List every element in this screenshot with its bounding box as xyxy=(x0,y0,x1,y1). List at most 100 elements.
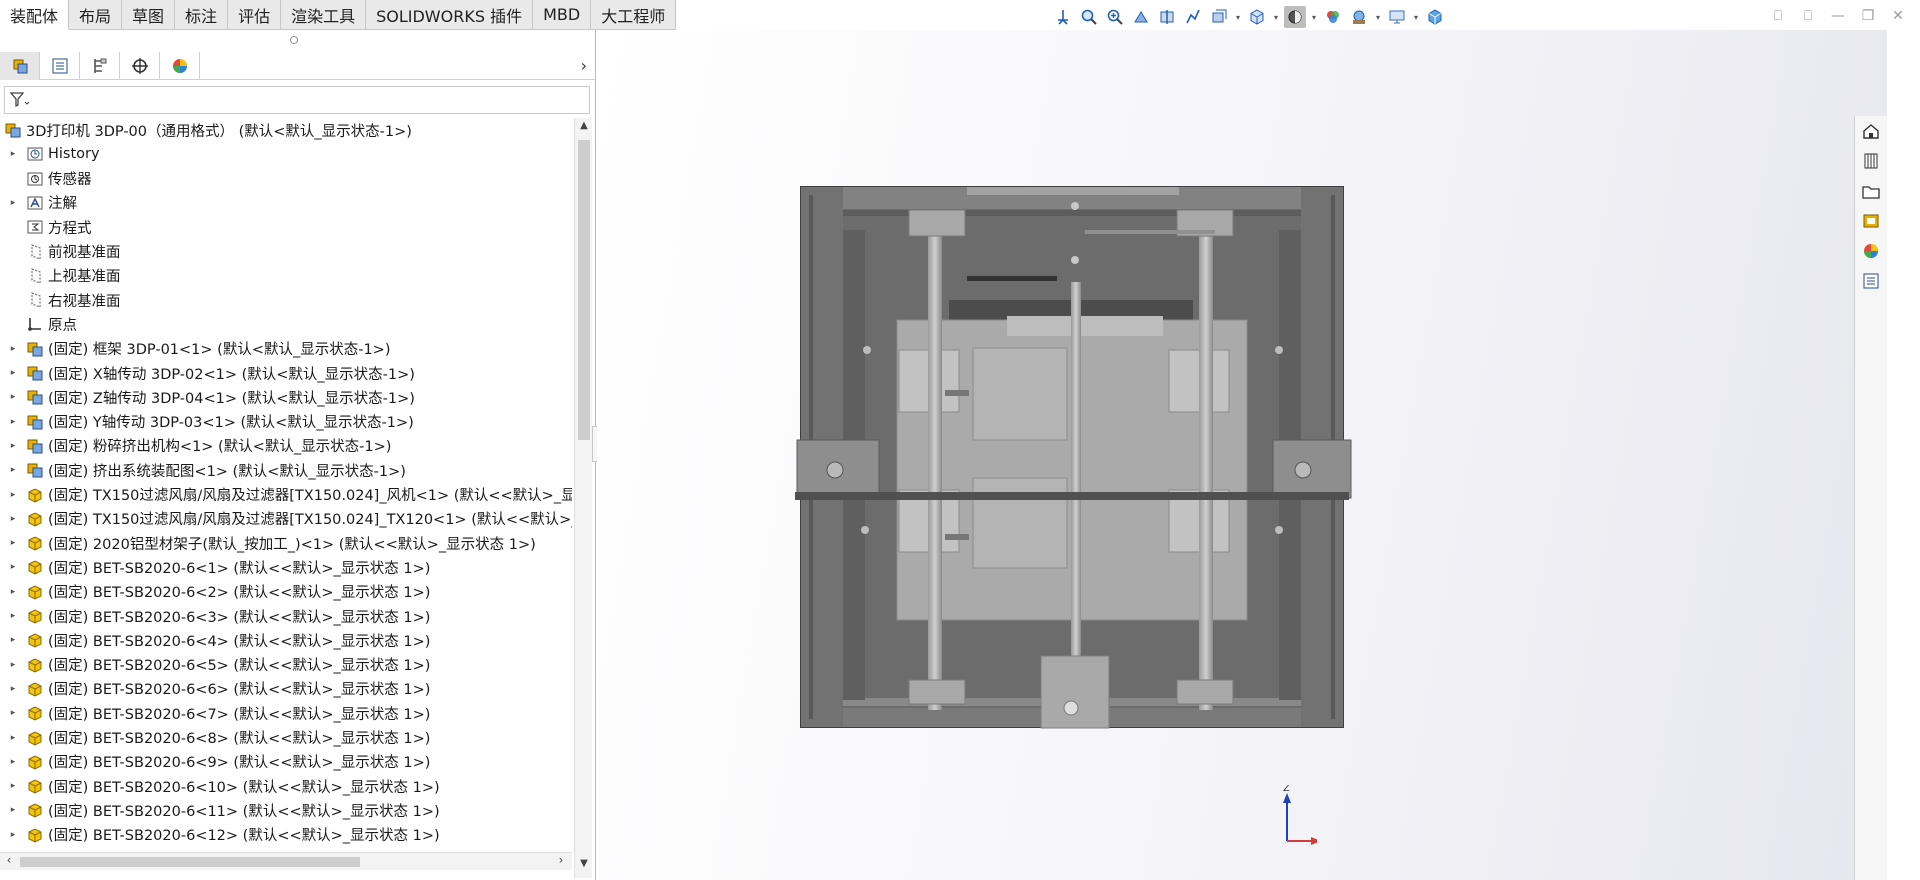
hscroll-thumb[interactable] xyxy=(20,857,360,867)
view-setting-icon[interactable] xyxy=(1208,6,1230,28)
tree-item[interactable]: ▸ (固定) BET-SB2020-6<9> (默认<<默认>_显示状态 1>) xyxy=(8,750,430,774)
display-style-icon[interactable] xyxy=(1284,6,1306,28)
tree-item[interactable]: 方程式 xyxy=(8,215,92,239)
view-monitor-icon[interactable] xyxy=(1386,6,1408,28)
zoom-to-fit-icon[interactable] xyxy=(1078,6,1100,28)
expand-arrow-icon[interactable]: ▸ xyxy=(8,611,18,621)
tab-0[interactable]: 装配体 xyxy=(0,0,70,30)
tree-item[interactable]: ▸ (固定) BET-SB2020-6<10> (默认<<默认>_显示状态 1>) xyxy=(8,774,440,798)
section-view-icon[interactable] xyxy=(1156,6,1178,28)
expand-arrow-icon[interactable]: ▸ xyxy=(8,417,18,427)
tile-right-icon[interactable]: ⎕ xyxy=(1798,6,1818,26)
expand-arrow-icon[interactable]: ▸ xyxy=(8,684,18,694)
tree-item[interactable]: 上视基准面 xyxy=(8,264,121,288)
cube-view-icon[interactable] xyxy=(1424,6,1446,28)
apply-scene-icon[interactable] xyxy=(1348,6,1370,28)
tree-item[interactable]: ▸ (固定) BET-SB2020-6<7> (默认<<默认>_显示状态 1>) xyxy=(8,701,430,725)
tree-item[interactable]: ▸ (固定) BET-SB2020-6<3> (默认<<默认>_显示状态 1>) xyxy=(8,604,430,628)
tree-item[interactable]: ▸ (固定) BET-SB2020-6<2> (默认<<默认>_显示状态 1>) xyxy=(8,580,430,604)
tab-feature-manager[interactable] xyxy=(0,51,40,80)
dynamic-annotation-icon[interactable] xyxy=(1182,6,1204,28)
display-style-dropdown-icon[interactable]: ▾ xyxy=(1310,13,1318,22)
tab-8[interactable]: 大工程师 xyxy=(591,0,677,30)
tab-5[interactable]: 渲染工具 xyxy=(281,0,367,30)
tree-item[interactable]: ▸ (固定) Y轴传动 3DP-03<1> (默认<默认_显示状态-1>) xyxy=(8,410,414,434)
expand-arrow-icon[interactable]: ▸ xyxy=(8,490,18,500)
panel-expand-icon[interactable]: › xyxy=(581,56,587,75)
custom-properties-icon[interactable] xyxy=(1855,266,1887,296)
tree-horizontal-scrollbar[interactable]: ‹ › xyxy=(0,852,572,870)
panel-drag-handle-icon[interactable] xyxy=(290,36,298,44)
tree-item[interactable]: ▸ 注解 xyxy=(8,191,77,215)
tree-item[interactable]: 原点 xyxy=(8,312,77,336)
expand-arrow-icon[interactable]: ▸ xyxy=(8,733,18,743)
tree-item[interactable]: 传感器 xyxy=(8,167,92,191)
tree-item[interactable]: 前视基准面 xyxy=(8,240,121,264)
expand-arrow-icon[interactable]: ▸ xyxy=(8,708,18,718)
expand-arrow-icon[interactable]: ▸ xyxy=(8,441,18,451)
expand-arrow-icon[interactable]: ▸ xyxy=(8,635,18,645)
expand-arrow-icon[interactable]: ▸ xyxy=(8,149,18,159)
tree-item[interactable]: ▸ (固定) X轴传动 3DP-02<1> (默认<默认_显示状态-1>) xyxy=(8,361,415,385)
view-setting-dropdown-icon[interactable]: ▾ xyxy=(1234,13,1242,22)
expand-arrow-icon[interactable]: ▸ xyxy=(8,660,18,670)
scroll-down-icon[interactable]: ▼ xyxy=(575,858,593,869)
tab-2[interactable]: 草图 xyxy=(122,0,176,30)
tree-vertical-scrollbar[interactable]: ▲ ▼ xyxy=(574,118,592,878)
tree-item[interactable]: ▸ (固定) 粉碎挤出机构<1> (默认<默认_显示状态-1>) xyxy=(8,434,391,458)
design-library-icon[interactable] xyxy=(1855,146,1887,176)
tile-left-icon[interactable]: ⎕ xyxy=(1768,6,1788,26)
expand-arrow-icon[interactable]: ▸ xyxy=(8,514,18,524)
tree-item[interactable]: ▸ (固定) TX150过滤风扇/风扇及过滤器[TX150.024]_TX120<… xyxy=(8,507,572,531)
scroll-right-icon[interactable]: › xyxy=(552,853,570,867)
tree-item[interactable]: ▸ (固定) BET-SB2020-6<5> (默认<<默认>_显示状态 1>) xyxy=(8,653,430,677)
tab-6[interactable]: SOLIDWORKS 插件 xyxy=(366,0,534,30)
file-explorer-icon[interactable] xyxy=(1855,176,1887,206)
expand-arrow-icon[interactable]: ▸ xyxy=(8,392,18,402)
scroll-up-icon[interactable]: ▲ xyxy=(575,120,593,131)
expand-arrow-icon[interactable]: ▸ xyxy=(8,465,18,475)
expand-arrow-icon[interactable]: ▸ xyxy=(8,198,18,208)
tab-7[interactable]: MBD xyxy=(533,0,592,30)
tree-root[interactable]: 3D打印机 3DP-00（通用格式） (默认<默认_显示状态-1>) xyxy=(4,118,412,142)
tab-dimxpert-manager[interactable] xyxy=(120,51,160,80)
view-orientation-icon[interactable] xyxy=(1052,6,1074,28)
tab-display-manager[interactable] xyxy=(160,51,200,80)
zoom-to-area-icon[interactable] xyxy=(1104,6,1126,28)
tree-item[interactable]: ▸ (固定) BET-SB2020-6<4> (默认<<默认>_显示状态 1>) xyxy=(8,628,430,652)
tree-item[interactable]: ▸ (固定) BET-SB2020-6<1> (默认<<默认>_显示状态 1>) xyxy=(8,555,430,579)
close-icon[interactable]: ✕ xyxy=(1888,6,1908,26)
tab-property-manager[interactable] xyxy=(40,51,80,80)
tree-item[interactable]: ▸ (固定) BET-SB2020-6<11> (默认<<默认>_显示状态 1>) xyxy=(8,798,440,822)
expand-arrow-icon[interactable]: ▸ xyxy=(8,344,18,354)
expand-arrow-icon[interactable]: ▸ xyxy=(8,587,18,597)
tree-item[interactable]: ▸ History xyxy=(8,142,100,166)
tree-filter-input[interactable] xyxy=(4,86,590,114)
tree-item[interactable]: ▸ (固定) 框架 3DP-01<1> (默认<默认_显示状态-1>) xyxy=(8,337,390,361)
expand-arrow-icon[interactable]: ▸ xyxy=(8,781,18,791)
tree-item[interactable]: ▸ (固定) BET-SB2020-6<6> (默认<<默认>_显示状态 1>) xyxy=(8,677,430,701)
tree-item[interactable]: ▸ (固定) 2020铝型材架子(默认_按加工_)<1> (默认<<默认>_显示状… xyxy=(8,531,536,555)
scroll-thumb[interactable] xyxy=(578,140,590,440)
tree-item[interactable]: ▸ (固定) Z轴传动 3DP-04<1> (默认<默认_显示状态-1>) xyxy=(8,385,415,409)
expand-arrow-icon[interactable]: ▸ xyxy=(8,805,18,815)
scroll-left-icon[interactable]: ‹ xyxy=(0,853,18,867)
minimize-icon[interactable]: — xyxy=(1828,6,1848,26)
previous-view-icon[interactable] xyxy=(1130,6,1152,28)
tab-4[interactable]: 评估 xyxy=(228,0,282,30)
tree-item[interactable]: ▸ (固定) TX150过滤风扇/风扇及过滤器[TX150.024]_风机<1> … xyxy=(8,483,572,507)
expand-arrow-icon[interactable]: ▸ xyxy=(8,757,18,767)
expand-arrow-icon[interactable]: ▸ xyxy=(8,830,18,840)
restore-icon[interactable]: ❐ xyxy=(1858,6,1878,26)
tab-3[interactable]: 标注 xyxy=(175,0,229,30)
tab-1[interactable]: 布局 xyxy=(69,0,123,30)
view-palette-icon[interactable] xyxy=(1855,206,1887,236)
graphics-viewport[interactable]: Z X xyxy=(597,30,1887,880)
tab-configuration-manager[interactable] xyxy=(80,51,120,80)
edit-appearance-icon[interactable] xyxy=(1322,6,1344,28)
expand-arrow-icon[interactable]: ▸ xyxy=(8,562,18,572)
scene-dropdown-icon[interactable]: ▾ xyxy=(1374,13,1382,22)
tree-item[interactable]: ▸ (固定) BET-SB2020-6<12> (默认<<默认>_显示状态 1>) xyxy=(8,823,440,847)
home-icon[interactable] xyxy=(1855,116,1887,146)
orientation-dropdown-icon[interactable]: ▾ xyxy=(1272,13,1280,22)
